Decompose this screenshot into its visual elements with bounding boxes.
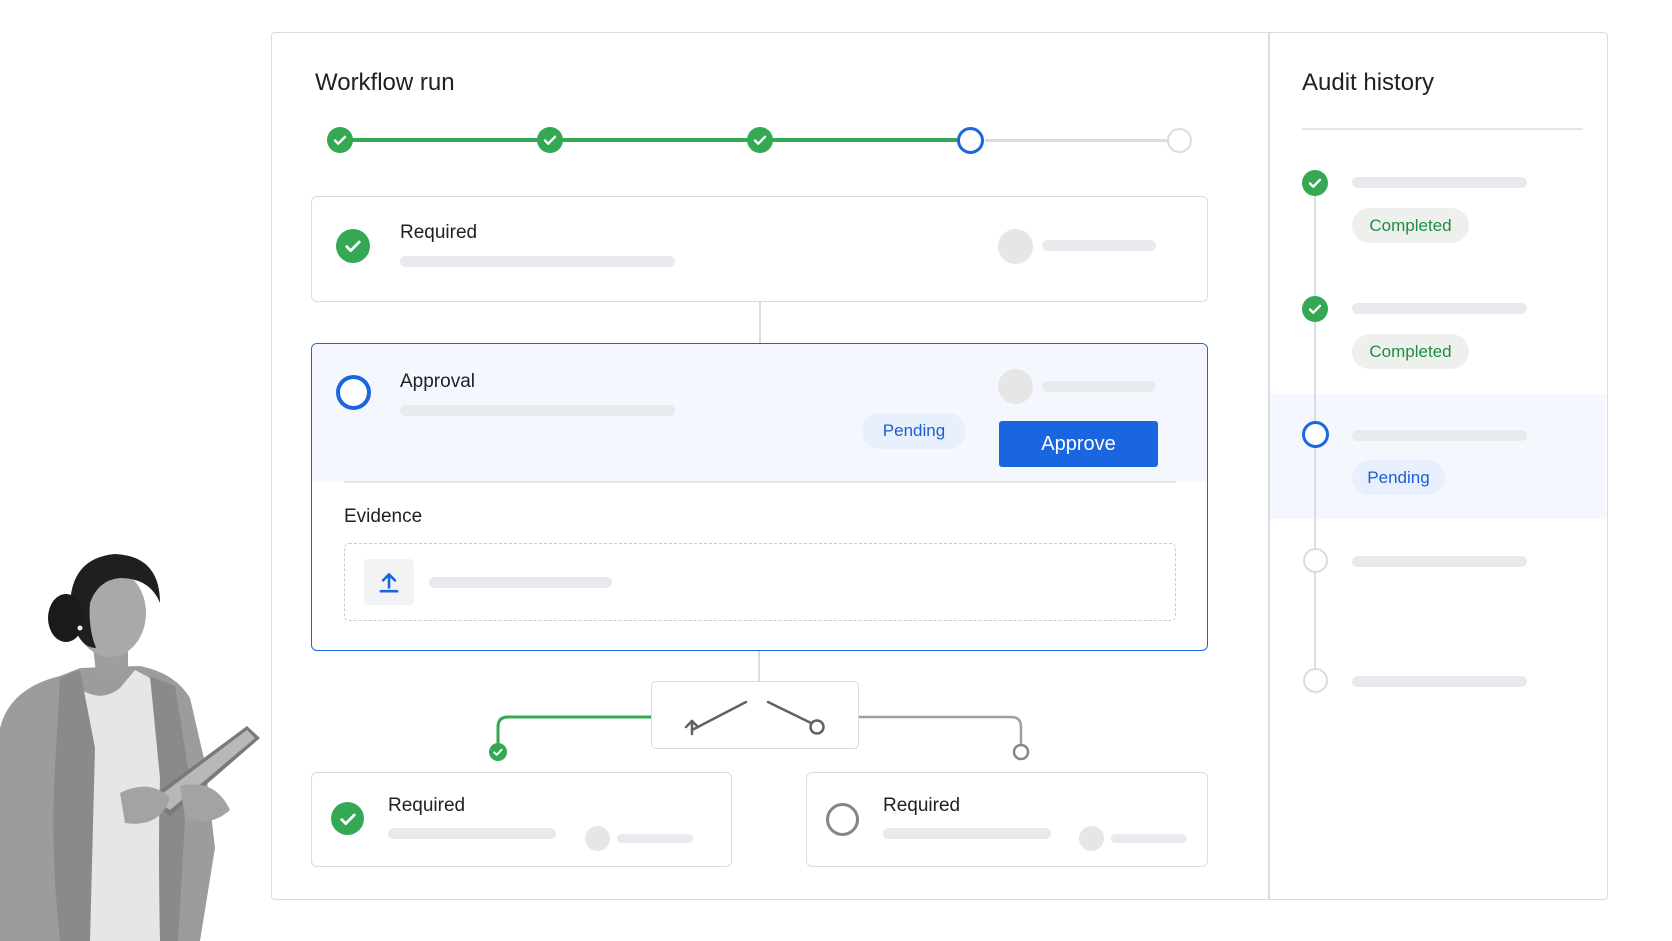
placeholder-line: [1352, 556, 1527, 567]
avatar-placeholder: [585, 826, 610, 851]
placeholder-line: [883, 828, 1051, 839]
placeholder-line: [1352, 177, 1527, 188]
audit-entry-1-badge: Completed: [1352, 208, 1469, 243]
branch-node[interactable]: [651, 681, 859, 749]
required-card-left[interactable]: [311, 772, 732, 867]
avatar-placeholder: [1079, 826, 1104, 851]
audit-header-divider: [1302, 128, 1583, 130]
required-right-label: Required: [883, 795, 961, 816]
placeholder-line: [1352, 303, 1527, 314]
audit-entry-3-pending-icon: [1302, 421, 1329, 448]
placeholder-line: [1352, 676, 1527, 687]
required-card-right[interactable]: [806, 772, 1208, 867]
audit-entry-2-check-icon: [1302, 296, 1328, 322]
audit-entry-5-upcoming-icon: [1303, 668, 1328, 693]
required-right-status-icon: [826, 803, 859, 836]
audit-entry-3-badge: Pending: [1352, 460, 1445, 495]
audit-entry-2-badge: Completed: [1352, 334, 1469, 369]
audit-history-title: Audit history: [1302, 69, 1435, 96]
placeholder-line: [617, 834, 693, 843]
audit-entry-4-upcoming-icon: [1303, 548, 1328, 573]
person-with-tablet-image: [0, 554, 260, 941]
audit-entry-1-check-icon: [1302, 170, 1328, 196]
placeholder-line: [388, 828, 556, 839]
branch-left-check-icon: [489, 743, 507, 761]
audit-row-highlight: [1270, 394, 1606, 519]
required-left-label: Required: [388, 795, 466, 816]
required-left-check-icon: [331, 802, 364, 835]
placeholder-line: [1352, 430, 1527, 441]
placeholder-line: [1111, 834, 1187, 843]
branch-icon: [684, 700, 825, 736]
